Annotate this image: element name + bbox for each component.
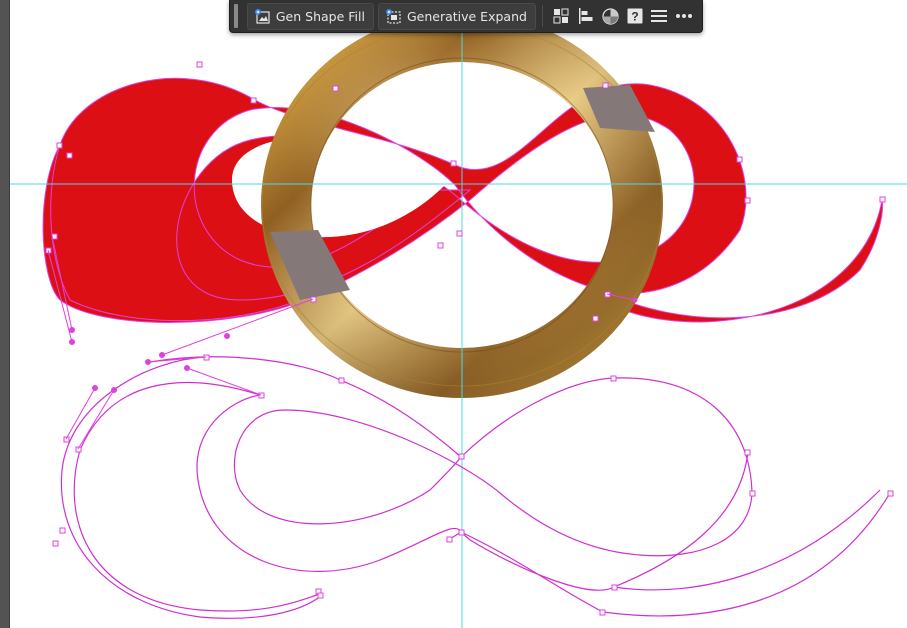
sparkle-shape-icon — [254, 8, 270, 24]
artwork — [10, 12, 907, 628]
generative-expand-button[interactable]: Generative Expand — [377, 2, 536, 30]
toolbar-divider — [541, 5, 543, 27]
red-ribbon-infinity[interactable] — [42, 77, 883, 323]
drag-grip-handle[interactable] — [234, 4, 238, 28]
workspace-gutter — [0, 0, 10, 628]
align-left-icon[interactable] — [576, 4, 595, 28]
artboard-canvas[interactable] — [10, 0, 907, 628]
sparkle-expand-icon — [385, 8, 401, 24]
svg-text:?: ? — [631, 10, 638, 24]
grid-transform-icon[interactable] — [552, 4, 571, 28]
contextual-taskbar: Gen Shape Fill Generative Expand ? — [229, 0, 703, 33]
more-options-icon[interactable] — [674, 4, 693, 28]
gen-shape-fill-button[interactable]: Gen Shape Fill — [246, 2, 374, 30]
recolor-icon[interactable] — [601, 4, 620, 28]
generative-expand-label: Generative Expand — [406, 8, 527, 24]
gen-shape-fill-label: Gen Shape Fill — [275, 8, 365, 24]
outline-handles[interactable] — [65, 356, 262, 450]
hamburger-menu-icon[interactable] — [650, 4, 669, 28]
help-icon[interactable]: ? — [625, 4, 644, 28]
